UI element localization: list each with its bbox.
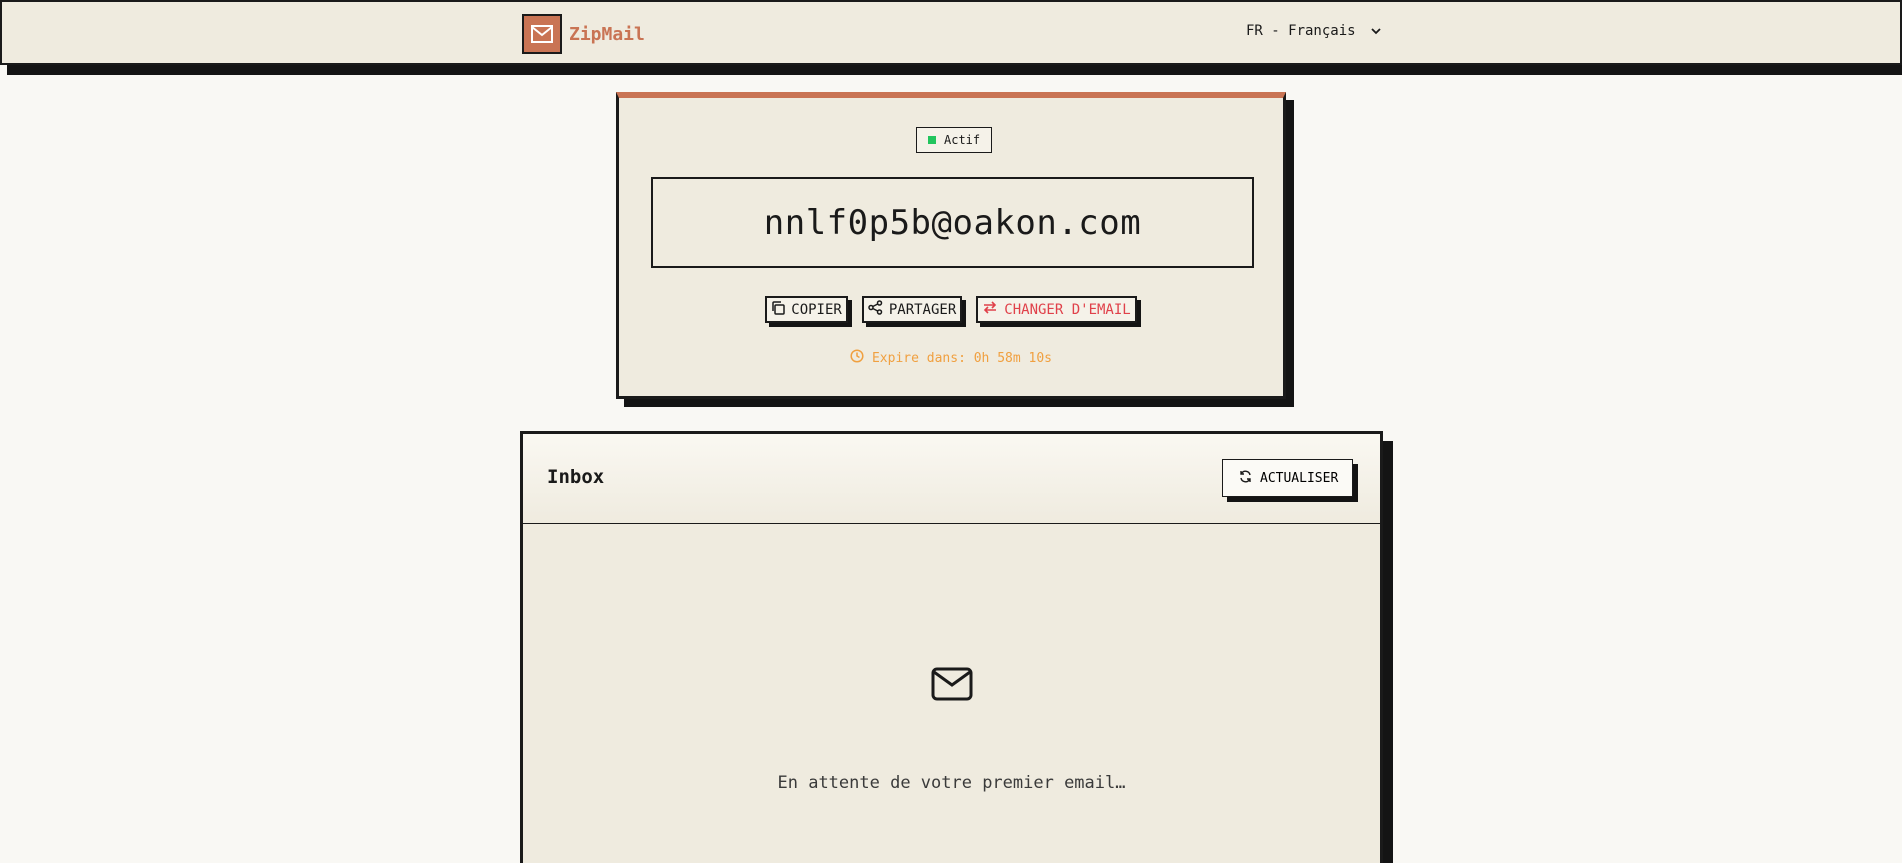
status-badge: Actif <box>916 127 993 153</box>
email-card: Actif nnlf0p5b@oakon.com COPIER PARTAGER… <box>616 92 1286 399</box>
copy-button[interactable]: COPIER <box>765 296 848 323</box>
email-actions: COPIER PARTAGER CHANGER D'EMAIL <box>619 296 1283 323</box>
share-icon <box>868 300 883 319</box>
clock-icon <box>850 349 864 367</box>
refresh-label: ACTUALISER <box>1260 470 1339 486</box>
refresh-button[interactable]: ACTUALISER <box>1222 459 1354 497</box>
brand-logo[interactable]: ZipMail <box>522 14 645 54</box>
empty-inbox-message: En attente de votre premier email… <box>777 773 1126 793</box>
chevron-down-icon <box>1370 23 1382 39</box>
inbox-header: Inbox ACTUALISER <box>523 434 1380 524</box>
inbox-panel: Inbox ACTUALISER En attente de votre pre… <box>520 431 1383 863</box>
swap-icon <box>982 300 998 319</box>
inbox-title: Inbox <box>547 466 605 488</box>
expiry-timer: Expire dans: 0h 58m 10s <box>619 349 1283 367</box>
status-label: Actif <box>944 133 981 147</box>
refresh-icon <box>1239 470 1252 487</box>
expiry-text: Expire dans: 0h 58m 10s <box>871 350 1052 366</box>
copy-icon <box>771 300 786 319</box>
brand-name: ZipMail <box>569 23 645 45</box>
mail-icon <box>522 14 562 54</box>
language-label: FR - Français <box>1246 23 1356 39</box>
language-select[interactable]: FR - Français <box>1246 23 1382 39</box>
envelope-icon <box>931 667 973 705</box>
change-email-button[interactable]: CHANGER D'EMAIL <box>976 296 1137 323</box>
top-header: ZipMail FR - Français <box>0 0 1902 65</box>
status-dot-icon <box>928 136 936 144</box>
share-label: PARTAGER <box>888 301 957 318</box>
share-button[interactable]: PARTAGER <box>861 296 963 323</box>
email-address[interactable]: nnlf0p5b@oakon.com <box>651 177 1254 268</box>
copy-label: COPIER <box>791 301 842 318</box>
change-email-label: CHANGER D'EMAIL <box>1004 301 1131 318</box>
